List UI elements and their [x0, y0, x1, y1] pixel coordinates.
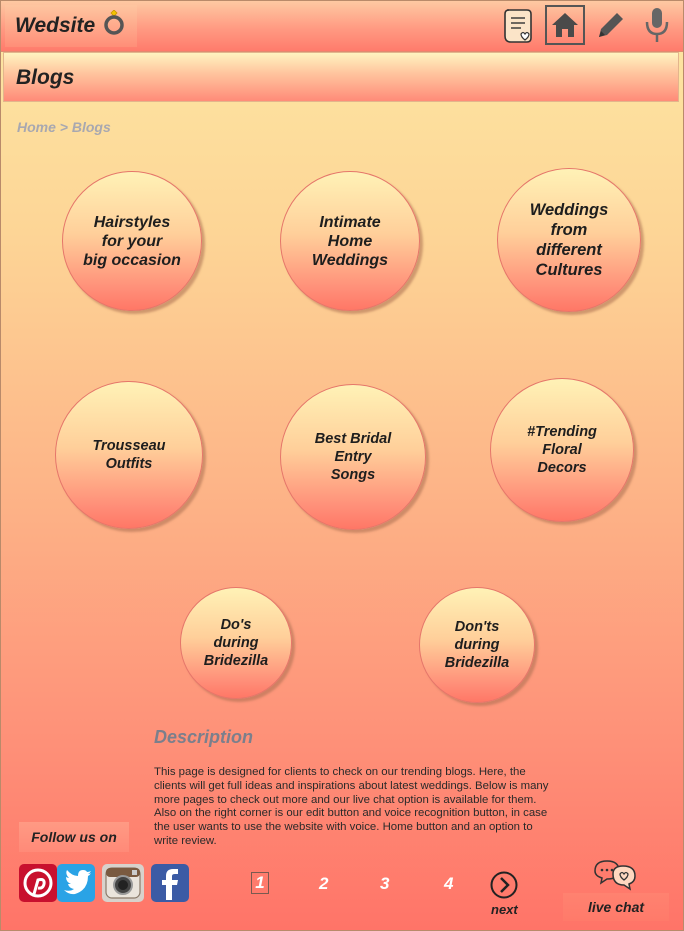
review-scroll-icon[interactable]	[499, 5, 539, 45]
app-window: Wedsite Blogs Home > Blogs Hairstyles fo…	[0, 0, 684, 931]
breadcrumb[interactable]: Home > Blogs	[17, 119, 111, 135]
blog-donts-bridezilla[interactable]: Don'ts during Bridezilla	[419, 587, 535, 703]
description-title: Description	[154, 727, 254, 747]
brand-logo[interactable]: Wedsite	[5, 5, 137, 47]
page-header: Blogs	[3, 52, 679, 102]
page-title: Blogs	[16, 66, 75, 89]
blog-intimate-home-weddings[interactable]: Intimate Home Weddings	[280, 171, 420, 311]
live-chat-button[interactable]: live chat	[563, 893, 669, 921]
chevron-right-circle-icon[interactable]	[489, 870, 519, 905]
facebook-icon[interactable]	[151, 864, 189, 902]
ring-icon	[103, 9, 125, 42]
pinterest-icon[interactable]	[19, 864, 57, 902]
top-bar: Wedsite	[1, 1, 683, 52]
page-1[interactable]: 1	[251, 872, 269, 894]
next-label[interactable]: next	[491, 902, 518, 917]
instagram-icon[interactable]	[102, 864, 144, 902]
blog-hairstyles[interactable]: Hairstyles for your big occasion	[62, 171, 202, 311]
description-text: This page is designed for clients to che…	[154, 766, 549, 847]
page-4[interactable]: 4	[444, 874, 453, 894]
twitter-icon[interactable]	[57, 864, 95, 902]
pencil-icon[interactable]	[591, 5, 631, 45]
blog-trending-floral-decors[interactable]: #Trending Floral Decors	[490, 378, 634, 522]
page-3[interactable]: 3	[380, 874, 389, 894]
app-title: Wedsite	[15, 14, 96, 37]
blog-weddings-cultures[interactable]: Weddings from different Cultures	[497, 168, 641, 312]
blog-bridal-entry-songs[interactable]: Best Bridal Entry Songs	[280, 384, 426, 530]
blog-dos-bridezilla[interactable]: Do's during Bridezilla	[180, 587, 292, 699]
chat-bubbles-icon[interactable]	[591, 857, 639, 898]
follow-us-label: Follow us on	[19, 822, 129, 852]
home-icon[interactable]	[545, 5, 585, 45]
microphone-icon[interactable]	[637, 5, 677, 45]
page-2[interactable]: 2	[319, 874, 328, 894]
blog-trousseau-outfits[interactable]: Trousseau Outfits	[55, 381, 203, 529]
